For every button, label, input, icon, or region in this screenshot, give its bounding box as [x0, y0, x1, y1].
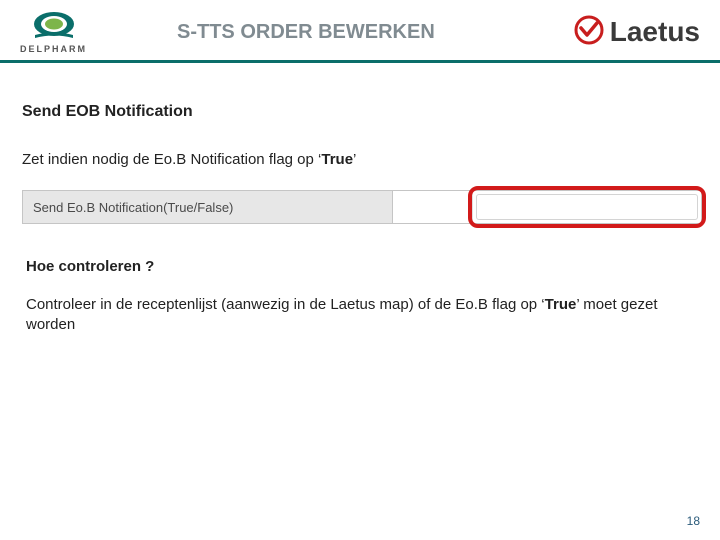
- check-body-prefix: Controleer in de receptenlijst (aanwezig…: [26, 296, 545, 313]
- slide-header: DELPHARM S-TTS ORDER BEWERKEN Laetus: [0, 0, 720, 63]
- slide-title: S-TTS ORDER BEWERKEN: [87, 21, 574, 44]
- delpharm-logo: DELPHARM: [20, 10, 87, 54]
- page-number: 18: [687, 514, 700, 528]
- laetus-logo: Laetus: [574, 15, 700, 50]
- instruction-bold: True: [321, 151, 353, 168]
- field-screenshot: Send Eo.B Notification(True/False): [22, 190, 702, 224]
- check-body: Controleer in de receptenlijst (aanwezig…: [22, 295, 698, 336]
- field-input-cell: [473, 191, 701, 223]
- instruction-text: Zet indien nodig de Eo.B Notification fl…: [22, 151, 698, 168]
- delpharm-logo-text: DELPHARM: [20, 44, 87, 54]
- instruction-prefix: Zet indien nodig de Eo.B Notification fl…: [22, 151, 321, 168]
- eob-notification-input[interactable]: [476, 194, 698, 220]
- delpharm-icon: [31, 10, 77, 42]
- field-label: Send Eo.B Notification(True/False): [23, 191, 393, 223]
- laetus-logo-text: Laetus: [610, 16, 700, 48]
- check-body-bold: True: [545, 296, 577, 313]
- check-heading: Hoe controleren ?: [22, 258, 698, 275]
- slide-content: Send EOB Notification Zet indien nodig d…: [0, 63, 720, 336]
- section-heading: Send EOB Notification: [22, 103, 698, 121]
- laetus-icon: [574, 15, 604, 50]
- field-row: Send Eo.B Notification(True/False): [22, 190, 702, 224]
- instruction-suffix: ’: [353, 151, 356, 168]
- field-gap: [393, 191, 473, 223]
